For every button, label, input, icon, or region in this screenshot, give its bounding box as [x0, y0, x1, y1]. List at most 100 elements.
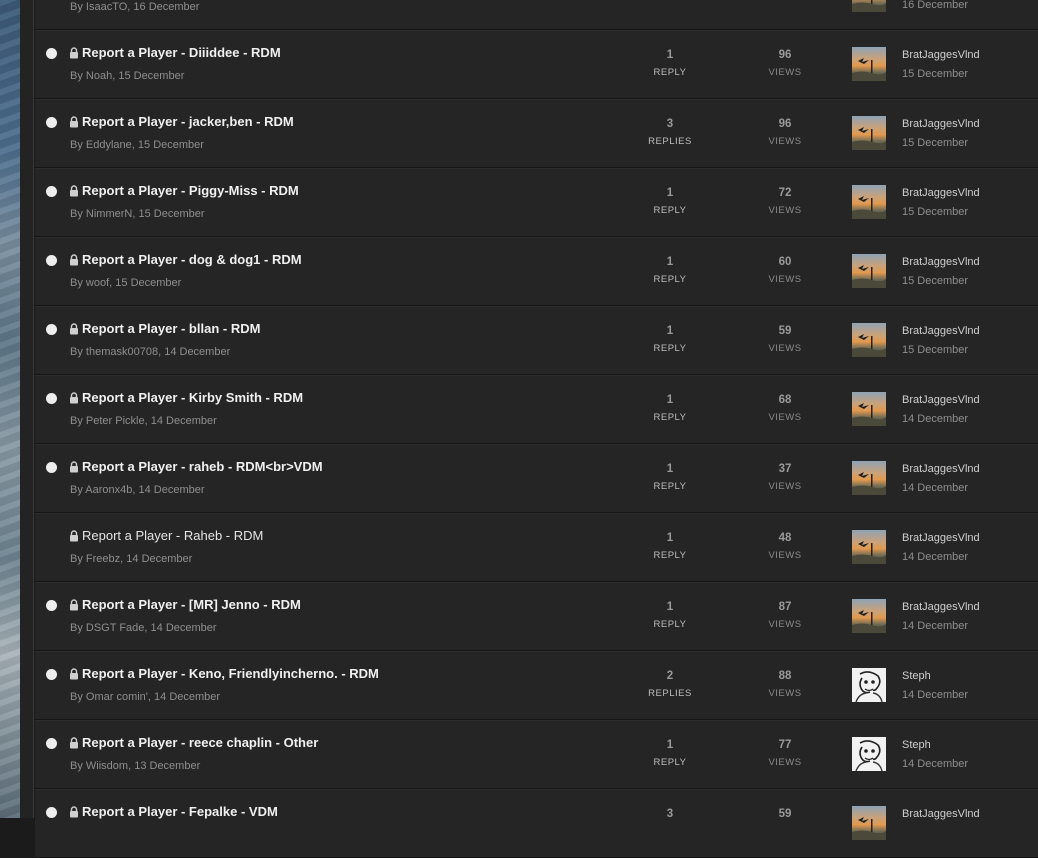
last-poster-link[interactable]: BratJaggesVlnd	[902, 325, 980, 337]
last-poster-link[interactable]: BratJaggesVlnd	[902, 532, 980, 544]
views-label: VIEWS	[768, 343, 802, 354]
topic-starter-link[interactable]: Wiisdom	[86, 760, 128, 772]
last-poster-avatar[interactable]	[852, 116, 886, 150]
topic-starter-link[interactable]: NimmerN	[86, 208, 132, 220]
topic-starter-link[interactable]: Aaronx4b	[85, 484, 132, 496]
replies-count: 1	[666, 394, 674, 406]
last-poster-link[interactable]: Steph	[902, 739, 931, 751]
unread-dot-icon[interactable]	[46, 600, 57, 611]
topic-title-link[interactable]: Report a Player - Keno, Friendlyincherno…	[82, 666, 379, 681]
last-post-date[interactable]: 15 December	[902, 137, 968, 149]
last-poster-link[interactable]: BratJaggesVlnd	[902, 463, 980, 475]
topic-title-link[interactable]: Report a Player - dog & dog1 - RDM	[82, 252, 302, 267]
topic-row: Report a Player - reece chaplin - Other …	[35, 720, 1038, 789]
topic-starter-meta: By woof, 15 December	[70, 277, 181, 289]
topic-starter-link[interactable]: IsaacTO	[86, 1, 127, 13]
last-post-date[interactable]: 15 December	[902, 275, 968, 287]
by-label: By	[70, 70, 86, 82]
topic-title-link[interactable]: Report a Player - [MR] Jenno - RDM	[82, 597, 301, 612]
last-post-date[interactable]: 14 December	[902, 551, 968, 563]
topic-starter-link[interactable]: woof	[86, 277, 109, 289]
unread-dot-icon[interactable]	[46, 117, 57, 128]
unread-dot-icon[interactable]	[46, 807, 57, 818]
last-poster-link[interactable]: BratJaggesVlnd	[902, 187, 980, 199]
last-poster-avatar[interactable]	[852, 599, 886, 633]
replies-stat: 1 REPLY	[630, 462, 710, 494]
last-poster-link[interactable]: BratJaggesVlnd	[902, 601, 980, 613]
replies-count: 3	[666, 118, 674, 130]
last-poster-link[interactable]: BratJaggesVlnd	[902, 118, 980, 130]
topic-title-link[interactable]: Report a Player - jacker,ben - RDM	[82, 114, 294, 129]
last-poster-link[interactable]: BratJaggesVlnd	[902, 256, 980, 268]
topic-starter-link[interactable]: Peter Pickle	[86, 415, 145, 427]
last-poster-avatar[interactable]	[852, 323, 886, 357]
topic-title-link[interactable]: Report a Player - Kirby Smith - RDM	[82, 390, 303, 405]
views-label: VIEWS	[768, 481, 802, 492]
last-post-date[interactable]: 16 December	[902, 0, 968, 11]
background-image	[0, 0, 20, 818]
topic-starter-link[interactable]: Noah	[86, 70, 112, 82]
last-poster-avatar[interactable]	[852, 668, 886, 702]
last-post-date[interactable]: 14 December	[902, 758, 968, 770]
unread-dot-icon[interactable]	[46, 48, 57, 59]
last-poster-avatar[interactable]	[852, 806, 886, 840]
views-count: 72	[778, 187, 792, 199]
topic-row: Report a Player - Piggy-Miss - RDM By Ni…	[35, 168, 1038, 237]
topic-title-link[interactable]: Report a Player - bllan - RDM	[82, 321, 260, 336]
topic-starter-link[interactable]: Eddylane	[86, 139, 132, 151]
topic-title-link[interactable]: Report a Player - Diiiddee - RDM	[82, 45, 281, 60]
topic-row: Report a Player - Kirby Smith - RDM By P…	[35, 375, 1038, 444]
unread-dot-icon[interactable]	[46, 324, 57, 335]
last-poster-link[interactable]: BratJaggesVlnd	[902, 49, 980, 61]
unread-dot-icon[interactable]	[46, 393, 57, 404]
topic-title-line: Report a Player - dog & dog1 - RDM	[69, 252, 302, 267]
views-label: VIEWS	[768, 412, 802, 423]
topic-title-link[interactable]: Report a Player - Piggy-Miss - RDM	[82, 183, 299, 198]
topic-start-date: 15 December	[137, 139, 204, 151]
last-post-date[interactable]: 15 December	[902, 68, 968, 80]
topic-start-date: 14 December	[154, 691, 221, 703]
topic-title-link[interactable]: Report a Player - Fepalke - VDM	[82, 804, 278, 819]
topic-starter-link[interactable]: DSGT Fade	[86, 622, 145, 634]
topic-title-line: Report a Player - jacker,ben - RDM	[69, 114, 294, 129]
topic-starter-link[interactable]: Omar comin'	[86, 691, 148, 703]
by-label: By	[70, 760, 86, 772]
unread-dot-icon[interactable]	[46, 738, 57, 749]
last-post-date[interactable]: 15 December	[902, 344, 968, 356]
views-stat: 59 VIEWS	[745, 324, 825, 356]
topic-title-link[interactable]: Report a Player - reece chaplin - Other	[82, 735, 318, 750]
last-poster-avatar[interactable]	[852, 461, 886, 495]
topic-starter-link[interactable]: Freebz	[86, 553, 120, 565]
unread-dot-icon[interactable]	[46, 186, 57, 197]
last-post-date[interactable]: 14 December	[902, 689, 968, 701]
topic-start-date: 14 December	[150, 622, 217, 634]
last-post-date[interactable]: 14 December	[902, 620, 968, 632]
last-poster-avatar[interactable]	[852, 737, 886, 771]
topic-title-line: Report a Player - raheb - RDM<br>VDM	[69, 459, 323, 474]
last-post-date[interactable]: 14 December	[902, 482, 968, 494]
last-poster-link[interactable]: BratJaggesVlnd	[902, 394, 980, 406]
topic-starter-meta: By themask00708, 14 December	[70, 346, 230, 358]
unread-dot-icon[interactable]	[46, 255, 57, 266]
replies-label: REPLY	[653, 550, 687, 561]
last-poster-avatar[interactable]	[852, 0, 886, 12]
last-post-date[interactable]: 14 December	[902, 413, 968, 425]
topic-title-link[interactable]: Report a Player - Raheb - RDM	[82, 528, 263, 543]
views-label: VIEWS	[768, 757, 802, 768]
views-count: 96	[778, 49, 792, 61]
last-poster-avatar[interactable]	[852, 392, 886, 426]
last-poster-avatar[interactable]	[852, 47, 886, 81]
replies-label: REPLY	[653, 481, 687, 492]
last-post-date[interactable]: 15 December	[902, 206, 968, 218]
replies-count: 1	[666, 325, 674, 337]
topic-title-link[interactable]: Report a Player - raheb - RDM<br>VDM	[82, 459, 323, 474]
unread-dot-icon[interactable]	[46, 669, 57, 680]
last-poster-link[interactable]: Steph	[902, 670, 931, 682]
last-poster-avatar[interactable]	[852, 530, 886, 564]
topic-starter-link[interactable]: themask00708	[86, 346, 158, 358]
last-poster-link[interactable]: BratJaggesVlnd	[902, 808, 980, 820]
unread-dot-icon[interactable]	[46, 462, 57, 473]
last-poster-avatar[interactable]	[852, 185, 886, 219]
last-poster-avatar[interactable]	[852, 254, 886, 288]
topic-list: By IsaacTO, 16 December REPLY VIEWS 16 D…	[35, 0, 1038, 858]
